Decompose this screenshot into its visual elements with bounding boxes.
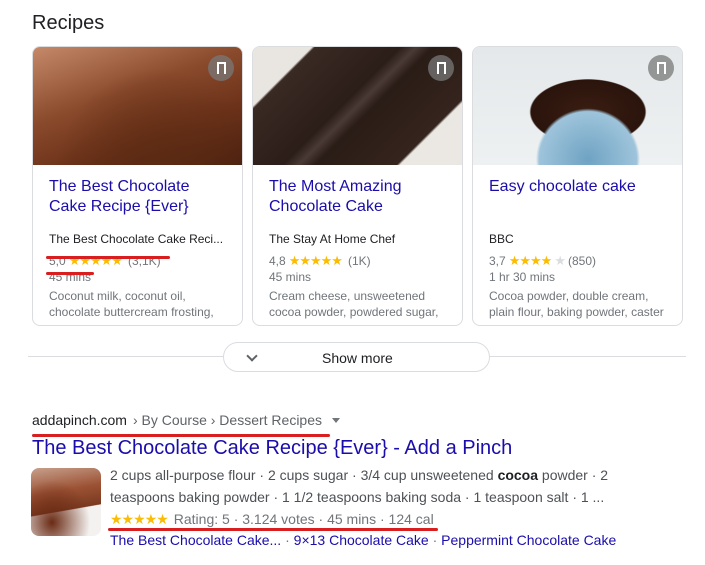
result-snippet: 2 cups all-purpose flour · 2 cups sugar … bbox=[110, 464, 630, 508]
bookmark-icon bbox=[656, 62, 666, 74]
chevron-down-icon bbox=[246, 350, 258, 362]
result-thumbnail[interactable] bbox=[31, 468, 101, 536]
recipe-source: BBC bbox=[489, 232, 514, 246]
result-path: › By Course › Dessert Recipes bbox=[132, 412, 323, 428]
snippet-highlight: cocoa bbox=[497, 467, 539, 483]
recipe-source: The Stay At Home Chef bbox=[269, 232, 396, 246]
breadcrumb[interactable]: addapinch.com › By Course › Dessert Reci… bbox=[32, 412, 341, 428]
recipe-source: The Best Chocolate Cake Reci... bbox=[49, 232, 224, 246]
recipe-time: 1 hr 30 mins bbox=[489, 270, 556, 284]
empty-star-icons: ★ bbox=[554, 253, 566, 268]
star-icons: ★★★★★ bbox=[110, 511, 169, 527]
star-icons: ★★★★ bbox=[508, 253, 553, 268]
rating-value: 3,7 bbox=[489, 254, 506, 268]
show-more-button[interactable]: Show more bbox=[223, 342, 490, 372]
result-rating: ★★★★★ Rating: 5 · 3.124 votes · 45 mins … bbox=[110, 508, 434, 530]
save-recipe-button[interactable] bbox=[208, 55, 234, 81]
recipe-ingredients: Cream cheese, unsweetened cocoa powder, … bbox=[269, 289, 439, 319]
rating-value: 4,8 bbox=[269, 254, 286, 268]
annotation-underline bbox=[46, 272, 94, 275]
show-more-label: Show more bbox=[322, 350, 393, 366]
recipe-time: 45 mins bbox=[269, 270, 312, 284]
recipe-title[interactable]: The Most Amazing Chocolate Cake bbox=[269, 177, 446, 219]
recipe-image[interactable] bbox=[473, 47, 682, 165]
result-domain[interactable]: addapinch.com bbox=[32, 412, 127, 428]
recipe-title[interactable]: Easy chocolate cake bbox=[489, 177, 666, 219]
rating-count: (1K) bbox=[347, 254, 371, 268]
section-title: Recipes bbox=[32, 12, 105, 34]
recipe-card[interactable]: The Best Chocolate Cake Recipe {Ever} Th… bbox=[32, 46, 243, 326]
sitelink[interactable]: The Best Chocolate Cake... bbox=[110, 532, 281, 548]
sitelink[interactable]: 9×13 Chocolate Cake bbox=[294, 532, 429, 548]
bookmark-icon bbox=[436, 62, 446, 74]
sitelinks: The Best Chocolate Cake... · 9×13 Chocol… bbox=[110, 529, 616, 551]
caret-down-icon[interactable] bbox=[332, 417, 341, 423]
snippet-text: 2 cups all-purpose flour · 2 cups sugar … bbox=[110, 467, 498, 483]
result-title[interactable]: The Best Chocolate Cake Recipe {Ever} - … bbox=[32, 435, 512, 461]
annotation-underline bbox=[46, 256, 170, 259]
sitelink-separator: · bbox=[428, 532, 442, 548]
recipe-card[interactable]: Easy chocolate cake BBC 3,7 ★★★★ ★ (850) … bbox=[472, 46, 683, 326]
sitelink-separator: · bbox=[281, 532, 294, 548]
save-recipe-button[interactable] bbox=[648, 55, 674, 81]
recipe-ingredients: Coconut milk, coconut oil, chocolate but… bbox=[49, 289, 214, 319]
recipe-rating: 4,8 ★★★★★ (1K) bbox=[269, 253, 446, 269]
recipe-rating: 3,7 ★★★★ ★ (850) bbox=[489, 253, 666, 269]
recipe-ingredients: Cocoa powder, double cream, plain flour,… bbox=[489, 289, 664, 319]
recipe-image[interactable] bbox=[33, 47, 242, 165]
rating-details: Rating: 5 · 3.124 votes · 45 mins · 124 … bbox=[173, 511, 434, 527]
sitelink[interactable]: Peppermint Chocolate Cake bbox=[441, 532, 616, 548]
recipe-carousel: The Best Chocolate Cake Recipe {Ever} Th… bbox=[32, 46, 683, 326]
recipe-card[interactable]: The Most Amazing Chocolate Cake The Stay… bbox=[252, 46, 463, 326]
bookmark-icon bbox=[216, 62, 226, 74]
rating-count: (850) bbox=[567, 254, 596, 268]
save-recipe-button[interactable] bbox=[428, 55, 454, 81]
recipe-image[interactable] bbox=[253, 47, 462, 165]
recipe-title[interactable]: The Best Chocolate Cake Recipe {Ever} bbox=[49, 177, 226, 219]
star-icons: ★★★★★ bbox=[288, 253, 343, 268]
